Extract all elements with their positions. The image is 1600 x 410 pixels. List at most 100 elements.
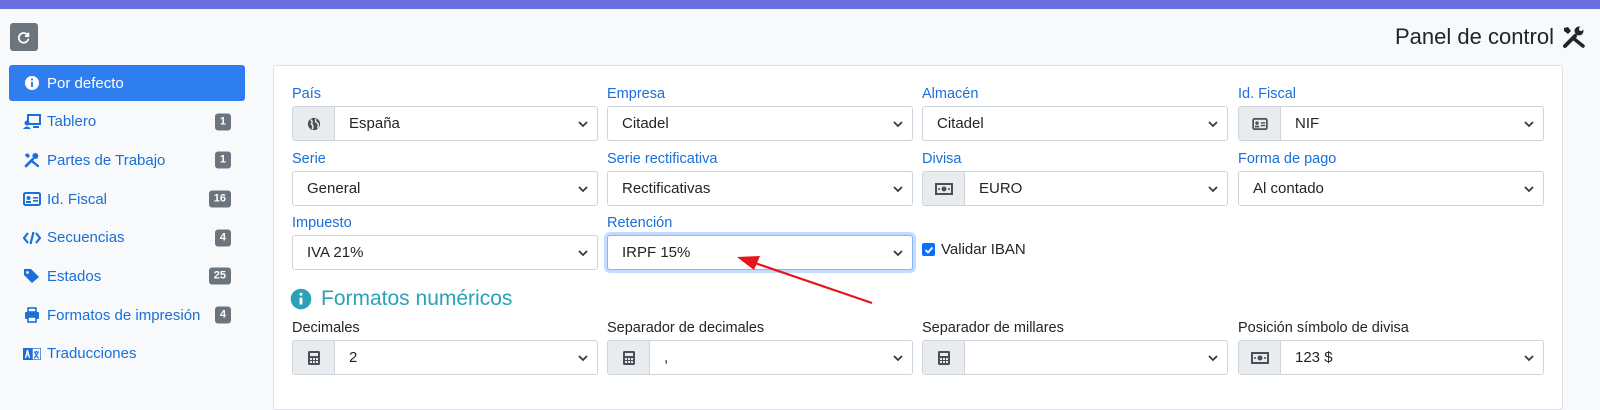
warehouse-field: Almacén Citadel (922, 84, 1228, 141)
country-select[interactable]: España (292, 106, 598, 141)
sidebar-item-label: Por defecto (47, 74, 124, 92)
fiscal-id-field: Id. Fiscal NIF (1238, 84, 1544, 141)
warehouse-select[interactable]: Citadel (922, 106, 1228, 141)
count-badge: 4 (214, 229, 231, 247)
payment-method-value: Al contado (1239, 172, 1543, 205)
sidebar-item-secuencias[interactable]: Secuencias 4 (9, 220, 245, 256)
count-badge: 1 (214, 151, 231, 169)
rectifying-series-value-text: Rectificativas (622, 180, 711, 197)
currency-value-text: EURO (979, 180, 1023, 197)
sidebar-item-por-defecto[interactable]: Por defecto (9, 65, 245, 101)
checkmark-icon (924, 246, 933, 254)
chevron-down-icon (1208, 120, 1218, 127)
calculator-icon (608, 341, 650, 374)
chevron-down-icon (893, 185, 903, 192)
sidebar-item-label: Formatos de impresión (47, 306, 201, 324)
series-value-text: General (307, 180, 361, 197)
currency-symbol-position-select[interactable]: 123 $ (1238, 340, 1544, 375)
print-icon (23, 306, 41, 324)
money-bill-icon (923, 172, 965, 205)
retention-select[interactable]: IRPF 15% (607, 235, 913, 270)
currency-select[interactable]: EURO (922, 171, 1228, 206)
validate-iban-checkbox[interactable] (922, 243, 935, 256)
code-icon (23, 229, 41, 247)
chevron-down-icon (578, 120, 588, 127)
country-value-text: España (349, 115, 400, 132)
company-field: Empresa Citadel (607, 84, 913, 141)
chevron-down-icon (578, 249, 588, 256)
rectifying-series-select[interactable]: Rectificativas (607, 171, 913, 206)
validate-iban-toggle[interactable]: Validar IBAN (922, 241, 1026, 258)
decimal-separator-field: Separador de decimales , (607, 318, 913, 375)
retention-value: IRPF 15% (608, 236, 912, 269)
count-badge: 4 (214, 306, 231, 324)
company-select[interactable]: Citadel (607, 106, 913, 141)
payment-method-field: Forma de pago Al contado (1238, 149, 1544, 206)
calculator-icon (923, 341, 965, 374)
validate-iban-label: Validar IBAN (941, 241, 1026, 258)
decimals-value-text: 2 (349, 349, 358, 366)
warehouse-value: Citadel (923, 107, 1227, 140)
sidebar-item-label: Tablero (47, 113, 97, 131)
country-value: España (335, 107, 597, 140)
decimal-separator-value: , (650, 341, 912, 374)
globe-icon (293, 107, 335, 140)
retention-field: Retención IRPF 15% (607, 213, 913, 270)
sidebar-item-tablero[interactable]: Tablero 1 (9, 104, 245, 140)
section-title-text: Formatos numéricos (321, 287, 513, 310)
reload-icon (17, 32, 30, 44)
decimals-field: Decimales 2 (292, 318, 598, 375)
id-card-icon (23, 190, 41, 208)
tools-icon (23, 151, 41, 169)
chevron-down-icon (578, 354, 588, 361)
sidebar-item-label: Traducciones (47, 345, 137, 363)
count-badge: 25 (208, 267, 231, 285)
numeric-formats-heading: Formatos numéricos (290, 287, 512, 311)
info-circle-icon (23, 74, 41, 92)
country-field: País España (292, 84, 598, 141)
thousands-separator-label: Separador de millares (922, 320, 1064, 336)
decimal-separator-label: Separador de decimales (607, 320, 765, 336)
sidebar-item-label: Partes de Trabajo (47, 151, 166, 169)
id-card-icon (1239, 107, 1281, 140)
money-bill-icon (1239, 341, 1281, 374)
chevron-down-icon (1208, 354, 1218, 361)
sidebar-item-partes-de-trabajo[interactable]: Partes de Trabajo 1 (9, 142, 245, 178)
fiscal-id-select[interactable]: NIF (1238, 106, 1544, 141)
thousands-separator-value (965, 341, 1227, 374)
payment-method-select[interactable]: Al contado (1238, 171, 1544, 206)
language-icon (23, 345, 41, 363)
count-badge: 1 (214, 113, 231, 131)
decimals-value: 2 (335, 341, 597, 374)
decimal-separator-select[interactable]: , (607, 340, 913, 375)
currency-symbol-position-value-text: 123 $ (1295, 349, 1333, 366)
decimals-select[interactable]: 2 (292, 340, 598, 375)
rectifying-series-label: Serie rectificativa (607, 151, 718, 167)
sidebar-item-traducciones[interactable]: Traducciones (9, 336, 245, 372)
tax-value-text: IVA 21% (307, 244, 364, 261)
fiscal-id-label: Id. Fiscal (1238, 86, 1297, 102)
currency-value: EURO (965, 172, 1227, 205)
sidebar-item-label: Estados (47, 267, 102, 285)
fiscal-id-value: NIF (1281, 107, 1543, 140)
dashboard-icon (23, 113, 41, 131)
payment-method-value-text: Al contado (1253, 180, 1324, 197)
series-select[interactable]: General (292, 171, 598, 206)
currency-symbol-position-value: 123 $ (1281, 341, 1543, 374)
rectifying-series-value: Rectificativas (608, 172, 912, 205)
reload-button[interactable] (10, 23, 38, 51)
chevron-down-icon (578, 185, 588, 192)
company-label: Empresa (607, 86, 666, 102)
payment-method-label: Forma de pago (1238, 151, 1337, 167)
sidebar-item-estados[interactable]: Estados 25 (9, 258, 245, 294)
thousands-separator-select[interactable] (922, 340, 1228, 375)
sidebar-item-formatos-de-impresion[interactable]: Formatos de impresión 4 (9, 297, 245, 333)
fiscal-id-value-text: NIF (1295, 115, 1320, 132)
sidebar-item-id-fiscal[interactable]: Id. Fiscal 16 (9, 181, 245, 217)
currency-field: Divisa EURO (922, 149, 1228, 206)
country-label: País (292, 86, 322, 102)
tools-icon (1563, 26, 1585, 48)
tax-label: Impuesto (292, 215, 352, 231)
chevron-down-icon (1524, 185, 1534, 192)
tax-select[interactable]: IVA 21% (292, 235, 598, 270)
